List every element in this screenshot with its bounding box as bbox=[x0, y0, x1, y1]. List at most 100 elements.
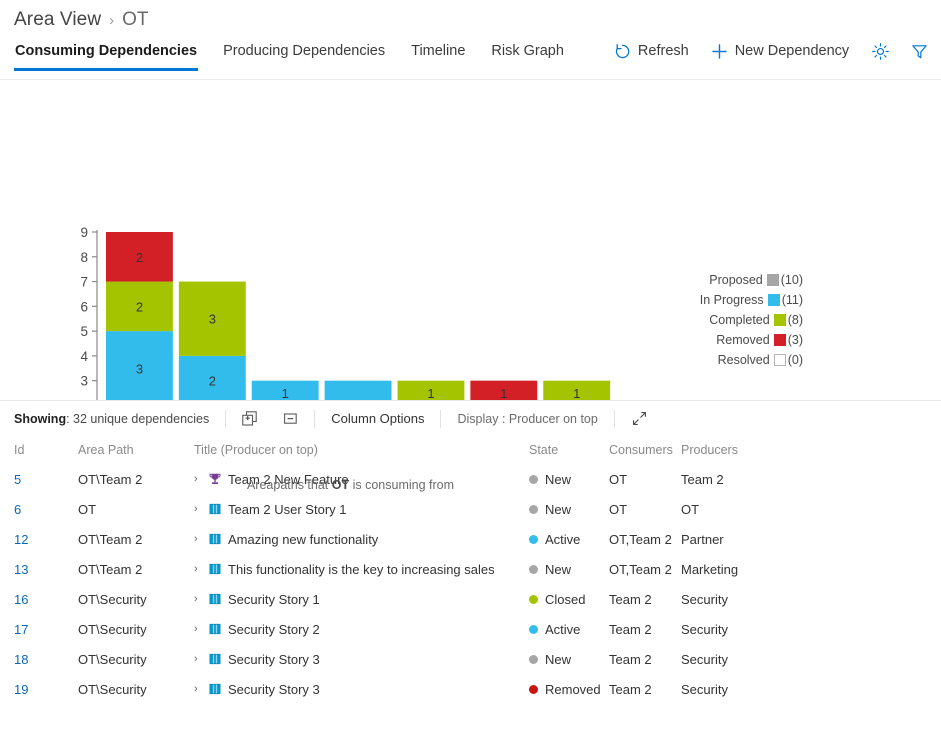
column-options-button[interactable]: Column Options bbox=[331, 411, 424, 426]
gear-icon[interactable] bbox=[871, 42, 890, 61]
y-axis-tick-label: 5 bbox=[80, 324, 88, 339]
legend-item[interactable]: Proposed(10) bbox=[700, 270, 803, 290]
bar-segment[interactable] bbox=[325, 381, 392, 400]
x-axis-title-suffix: is consuming from bbox=[349, 478, 454, 492]
chevron-right-icon[interactable]: › bbox=[194, 504, 206, 515]
breadcrumb-separator-icon: › bbox=[109, 13, 114, 28]
legend-count: (11) bbox=[782, 293, 803, 307]
table-row[interactable]: 16OT\Security›Security Story 1ClosedTeam… bbox=[0, 584, 941, 614]
x-axis-title-area: OT bbox=[332, 478, 349, 492]
state-label: New bbox=[545, 562, 571, 577]
legend-label: Removed bbox=[716, 333, 770, 347]
legend-count: (10) bbox=[781, 273, 803, 287]
y-axis-tick-label: 9 bbox=[80, 225, 88, 240]
y-axis-tick-label: 7 bbox=[80, 275, 88, 290]
cell-area-path: OT\Security bbox=[78, 622, 194, 637]
cell-state: New bbox=[529, 562, 609, 577]
column-header-state[interactable]: State bbox=[529, 443, 609, 457]
state-label: Removed bbox=[545, 682, 601, 697]
work-item-title-link[interactable]: This functionality is the key to increas… bbox=[228, 562, 495, 577]
tab-consuming-dependencies[interactable]: Consuming Dependencies bbox=[15, 43, 197, 71]
state-dot-icon bbox=[529, 505, 538, 514]
work-item-id-link[interactable]: 17 bbox=[14, 622, 28, 637]
table-row[interactable]: 6OT›Team 2 User Story 1NewOTOT bbox=[0, 494, 941, 524]
work-item-id-link[interactable]: 18 bbox=[14, 652, 28, 667]
state-dot-icon bbox=[529, 625, 538, 634]
refresh-button[interactable]: Refresh bbox=[614, 43, 689, 72]
funnel-icon[interactable] bbox=[910, 42, 929, 61]
column-header-producers[interactable]: Producers bbox=[681, 443, 791, 457]
expand-all-icon[interactable] bbox=[242, 411, 257, 426]
refresh-label: Refresh bbox=[638, 43, 689, 59]
y-axis-tick-label: 2 bbox=[80, 398, 88, 400]
legend-item[interactable]: Resolved(0) bbox=[700, 350, 803, 370]
chevron-right-icon[interactable]: › bbox=[194, 684, 206, 695]
toolbar-divider bbox=[440, 410, 441, 428]
cell-id: 18 bbox=[14, 652, 78, 667]
column-header-area-path[interactable]: Area Path bbox=[78, 443, 194, 457]
legend-item[interactable]: Completed(8) bbox=[700, 310, 803, 330]
column-header-title[interactable]: Title (Producer on top) bbox=[194, 443, 529, 457]
column-header-id[interactable]: Id bbox=[14, 443, 78, 457]
breadcrumb-leaf[interactable]: OT bbox=[122, 9, 148, 31]
chevron-right-icon[interactable]: › bbox=[194, 594, 206, 605]
cell-title: › Security Story 3 bbox=[194, 682, 529, 697]
user-story-book-icon bbox=[208, 682, 222, 696]
chevron-right-icon[interactable]: › bbox=[194, 654, 206, 665]
plus-icon bbox=[711, 43, 728, 60]
toolbar-divider bbox=[225, 410, 226, 428]
work-item-id-link[interactable]: 19 bbox=[14, 682, 28, 697]
cell-state: Active bbox=[529, 532, 609, 547]
cell-title: › Team 2 User Story 1 bbox=[194, 502, 529, 517]
work-item-title-link[interactable]: Security Story 3 bbox=[228, 652, 320, 667]
legend-count: (0) bbox=[788, 353, 803, 367]
state-dot-icon bbox=[529, 535, 538, 544]
bar-segment-value: 1 bbox=[500, 386, 507, 400]
cell-producers: Security bbox=[681, 592, 791, 607]
breadcrumb-root[interactable]: Area View bbox=[14, 9, 101, 31]
chart-x-axis-title: Areapaths that OT is consuming from bbox=[0, 478, 701, 492]
work-item-id-link[interactable]: 12 bbox=[14, 532, 28, 547]
bar-segment-value: 3 bbox=[209, 312, 216, 327]
cell-consumers: Team 2 bbox=[609, 682, 681, 697]
chevron-right-icon[interactable]: › bbox=[194, 564, 206, 575]
legend-item[interactable]: In Progress (11) bbox=[700, 290, 803, 310]
cell-id: 13 bbox=[14, 562, 78, 577]
legend-count: (8) bbox=[788, 313, 803, 327]
toolbar-divider bbox=[614, 410, 615, 428]
work-item-title-link[interactable]: Amazing new functionality bbox=[228, 532, 378, 547]
table-row[interactable]: 13OT\Team 2›This functionality is the ke… bbox=[0, 554, 941, 584]
work-item-title-link[interactable]: Security Story 3 bbox=[228, 682, 320, 697]
collapse-all-icon[interactable] bbox=[283, 411, 298, 426]
tab-timeline[interactable]: Timeline bbox=[411, 43, 465, 71]
grid-toolbar: Showing: 32 unique dependencies Column O… bbox=[0, 400, 941, 436]
tab-bar: Consuming Dependencies Producing Depende… bbox=[0, 34, 941, 80]
cell-consumers: OT bbox=[609, 502, 681, 517]
grid-expand-arrows-icon[interactable] bbox=[631, 410, 648, 427]
work-item-title-link[interactable]: Security Story 2 bbox=[228, 622, 320, 637]
table-row[interactable]: 19OT\Security›Security Story 3RemovedTea… bbox=[0, 674, 941, 704]
chevron-right-icon[interactable]: › bbox=[194, 534, 206, 545]
cell-id: 12 bbox=[14, 532, 78, 547]
table-row[interactable]: 17OT\Security›Security Story 2ActiveTeam… bbox=[0, 614, 941, 644]
table-row[interactable]: 12OT\Team 2›Amazing new functionalityAct… bbox=[0, 524, 941, 554]
work-item-title-link[interactable]: Team 2 User Story 1 bbox=[228, 502, 347, 517]
column-header-consumers[interactable]: Consumers bbox=[609, 443, 681, 457]
work-item-title-link[interactable]: Security Story 1 bbox=[228, 592, 320, 607]
cell-id: 19 bbox=[14, 682, 78, 697]
legend-item[interactable]: Removed(3) bbox=[700, 330, 803, 350]
tab-risk-graph[interactable]: Risk Graph bbox=[491, 43, 564, 71]
tab-producing-dependencies[interactable]: Producing Dependencies bbox=[223, 43, 385, 71]
legend-label: In Progress bbox=[700, 293, 764, 307]
cell-producers: Marketing bbox=[681, 562, 791, 577]
chart-legend: Proposed(10)In Progress(11)Completed(8)R… bbox=[700, 270, 803, 370]
work-item-id-link[interactable]: 6 bbox=[14, 502, 21, 517]
chevron-right-icon[interactable]: › bbox=[194, 624, 206, 635]
bar-segment-value: 1 bbox=[573, 386, 580, 400]
display-mode-button[interactable]: Display : Producer on top bbox=[457, 412, 597, 426]
work-item-id-link[interactable]: 13 bbox=[14, 562, 28, 577]
work-item-id-link[interactable]: 16 bbox=[14, 592, 28, 607]
new-dependency-button[interactable]: New Dependency bbox=[711, 43, 849, 72]
table-row[interactable]: 18OT\Security›Security Story 3NewTeam 2S… bbox=[0, 644, 941, 674]
cell-producers: Partner bbox=[681, 532, 791, 547]
